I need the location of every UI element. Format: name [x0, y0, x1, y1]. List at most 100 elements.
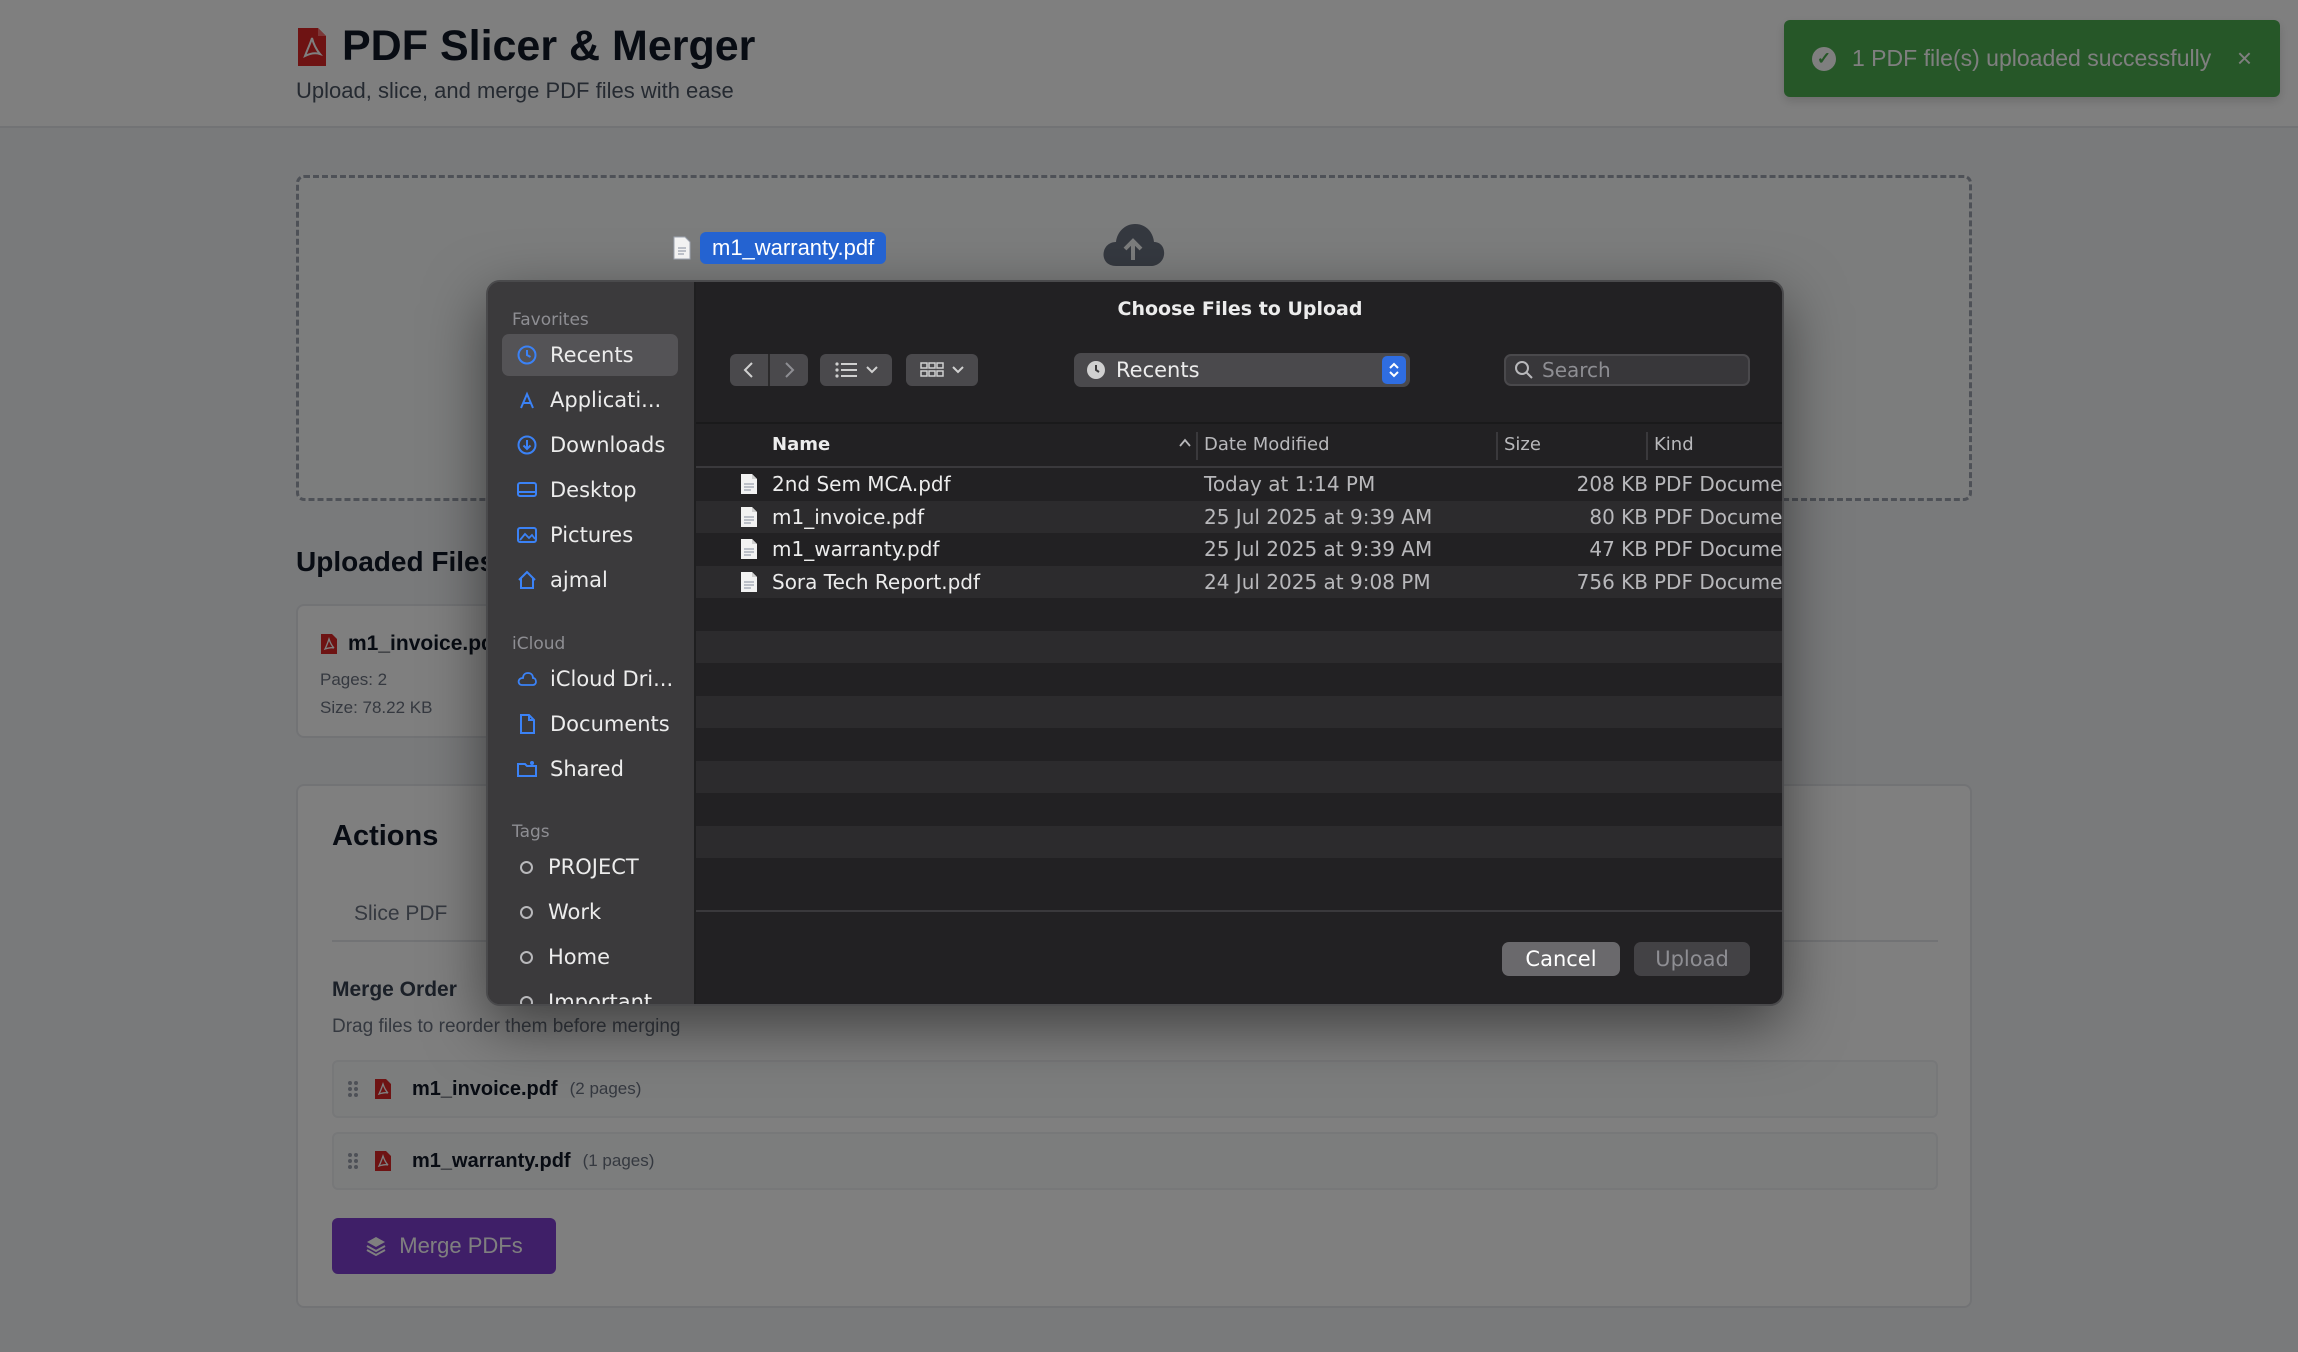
sidebar-item-documents[interactable]: Documents [502, 703, 678, 745]
chevron-right-icon [785, 362, 795, 378]
search-field[interactable] [1504, 354, 1750, 386]
sidebar-section-tags: Tags [512, 822, 550, 842]
sidebar-item-label: iCloud Dri... [550, 667, 674, 691]
tag-circle-icon [520, 860, 533, 874]
sidebar-tag-label: Important [548, 990, 653, 1006]
sidebar-item-icloud-drive[interactable]: iCloud Dri... [502, 658, 678, 700]
file-row[interactable]: Sora Tech Report.pdf 24 Jul 2025 at 9:08… [696, 565, 1782, 598]
sidebar-item-label: Recents [550, 343, 634, 367]
file-kind: PDF Document [1654, 472, 1783, 497]
file-name: m1_warranty.pdf [772, 537, 940, 562]
sidebar-item-label: ajmal [550, 568, 608, 592]
column-divider[interactable] [1196, 432, 1198, 460]
sidebar-section-icloud: iCloud [512, 634, 566, 654]
sidebar-item-label: Applicati... [550, 388, 662, 412]
empty-row [696, 760, 1782, 793]
forward-button[interactable] [768, 354, 808, 386]
column-header-row: Name Date Modified Size Kind [696, 422, 1782, 468]
document-icon [741, 474, 757, 494]
nav-buttons [730, 354, 808, 386]
column-divider[interactable] [1646, 432, 1648, 460]
document-icon [741, 506, 757, 527]
drag-ghost: m1_warranty.pdf [672, 232, 887, 264]
location-label: Recents [1116, 358, 1200, 382]
footer-divider [696, 910, 1782, 912]
clock-icon [517, 345, 537, 365]
file-row[interactable]: m1_warranty.pdf 25 Jul 2025 at 9:39 AM 4… [696, 533, 1783, 566]
upload-button[interactable]: Upload [1634, 942, 1750, 976]
sidebar-item-label: Pictures [550, 523, 634, 547]
file-list: 2nd Sem MCA.pdf Today at 1:14 PM 208 KB … [696, 468, 1783, 858]
list-view-button[interactable] [820, 354, 892, 386]
column-header-size[interactable]: Size [1504, 434, 1541, 455]
file-name: 2nd Sem MCA.pdf [772, 472, 951, 497]
dialog-title: Choose Files to Upload [1117, 298, 1363, 320]
sidebar-tag-work[interactable]: Work [502, 891, 678, 933]
gallery-view-button[interactable] [906, 354, 978, 386]
sidebar-tag-project[interactable]: PROJECT [502, 846, 678, 888]
sidebar-item-downloads[interactable]: Downloads [502, 424, 678, 466]
column-header-date[interactable]: Date Modified [1204, 434, 1330, 455]
file-date: 25 Jul 2025 at 9:39 AM [1204, 504, 1433, 529]
file-size: 208 KB [1576, 472, 1648, 497]
sidebar-item-pictures[interactable]: Pictures [502, 514, 678, 556]
back-button[interactable] [730, 354, 768, 386]
search-input[interactable] [1542, 358, 1732, 382]
sidebar-item-label: Shared [550, 757, 624, 781]
file-kind: PDF Document [1654, 504, 1783, 529]
search-icon [1515, 361, 1533, 379]
file-kind: PDF Document [1654, 537, 1783, 562]
updown-chevron-icon [1382, 356, 1406, 384]
sidebar-item-shared[interactable]: Shared [502, 748, 678, 790]
empty-row [696, 663, 1782, 696]
dialog-main: Choose Files to Upload Recents Search Na… [696, 282, 1783, 1004]
chevron-down-icon [866, 366, 878, 374]
sort-ascending-icon [1179, 438, 1191, 447]
list-icon [835, 362, 857, 378]
cancel-button[interactable]: Cancel [1502, 942, 1620, 976]
cloud-icon [517, 672, 537, 686]
file-name: Sora Tech Report.pdf [772, 569, 981, 594]
clock-icon [1087, 361, 1105, 379]
sidebar-tag-home[interactable]: Home [502, 936, 678, 978]
empty-row [696, 728, 1782, 761]
applications-icon [520, 391, 534, 409]
sidebar-item-label: Downloads [550, 433, 666, 457]
tag-circle-icon [520, 905, 533, 919]
sidebar-item-desktop[interactable]: Desktop [502, 469, 678, 511]
document-icon [741, 539, 757, 559]
file-date: 24 Jul 2025 at 9:08 PM [1204, 569, 1431, 594]
file-date: 25 Jul 2025 at 9:39 AM [1204, 537, 1433, 562]
location-dropdown[interactable]: Recents [1074, 353, 1410, 387]
column-header-kind[interactable]: Kind [1654, 434, 1694, 455]
empty-row [696, 598, 1782, 631]
drag-ghost-filename: m1_warranty.pdf [700, 232, 887, 264]
document-icon [520, 714, 535, 734]
file-row[interactable]: m1_invoice.pdf 25 Jul 2025 at 9:39 AM 80… [696, 500, 1783, 533]
sidebar-tag-important[interactable]: Important [502, 981, 678, 1006]
sidebar-tag-label: Home [548, 945, 611, 969]
sidebar-section-favorites: Favorites [512, 310, 589, 330]
file-row[interactable]: 2nd Sem MCA.pdf Today at 1:14 PM 208 KB … [696, 468, 1783, 501]
tag-circle-icon [520, 950, 533, 964]
home-icon [518, 570, 536, 589]
download-icon [517, 435, 537, 455]
column-divider[interactable] [1496, 432, 1498, 460]
sidebar-item-recents[interactable]: Recents [502, 334, 678, 376]
sidebar-tag-label: Work [548, 900, 602, 924]
file-size: 80 KB [1589, 504, 1648, 529]
file-size: 47 KB [1589, 537, 1648, 562]
document-icon [741, 571, 757, 592]
empty-row [696, 695, 1782, 728]
sidebar-item-label: Documents [550, 712, 670, 736]
file-date: Today at 1:14 PM [1204, 472, 1376, 497]
file-size: 756 KB [1576, 569, 1648, 594]
sidebar-item-home[interactable]: ajmal [502, 559, 678, 601]
dialog-sidebar: Favorites Recents Applicati... Downloads… [488, 282, 696, 1004]
empty-row [696, 630, 1782, 663]
column-header-name[interactable]: Name [772, 434, 830, 455]
sidebar-item-applications[interactable]: Applicati... [502, 379, 678, 421]
chevron-left-icon [743, 362, 753, 378]
empty-row [696, 825, 1782, 858]
tag-circle-icon [520, 995, 533, 1004]
